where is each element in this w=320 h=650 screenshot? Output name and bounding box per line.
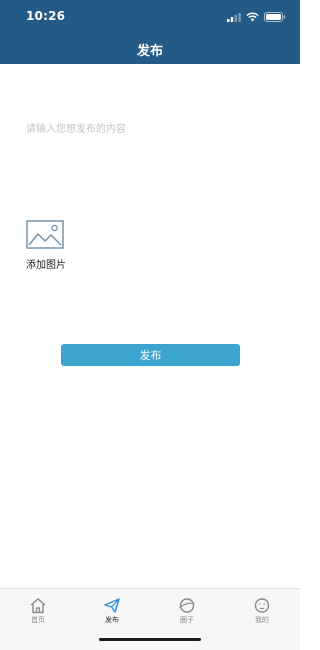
face-icon — [242, 597, 282, 614]
status-icons — [227, 10, 286, 22]
paper-plane-icon — [92, 597, 132, 614]
battery-icon — [264, 7, 286, 26]
header-bar: 10:26 发布 — [0, 0, 300, 64]
tab-circle[interactable]: 圈子 — [167, 597, 207, 627]
wifi-icon — [246, 7, 259, 26]
tab-publish[interactable]: 发布 — [92, 597, 132, 627]
tab-home[interactable]: 首页 — [18, 597, 58, 627]
publish-button[interactable]: 发布 — [61, 344, 240, 366]
tab-mine[interactable]: 我的 — [242, 597, 282, 627]
tab-mine-label: 我的 — [255, 616, 269, 624]
post-content-input[interactable] — [26, 120, 276, 200]
add-image-label: 添加图片 — [26, 260, 66, 271]
status-time: 10:26 — [26, 9, 66, 23]
tab-publish-label: 发布 — [105, 616, 119, 624]
status-bar: 10:26 — [0, 0, 300, 32]
signal-icon — [227, 7, 241, 26]
home-indicator — [99, 638, 201, 641]
tab-home-label: 首页 — [31, 616, 45, 624]
home-icon — [18, 597, 58, 614]
planet-icon — [167, 597, 207, 614]
page-title: 发布 — [136, 44, 163, 59]
image-placeholder-icon — [26, 220, 74, 249]
add-image-button[interactable]: 添加图片 — [26, 220, 74, 272]
tab-circle-label: 圈子 — [180, 616, 194, 624]
